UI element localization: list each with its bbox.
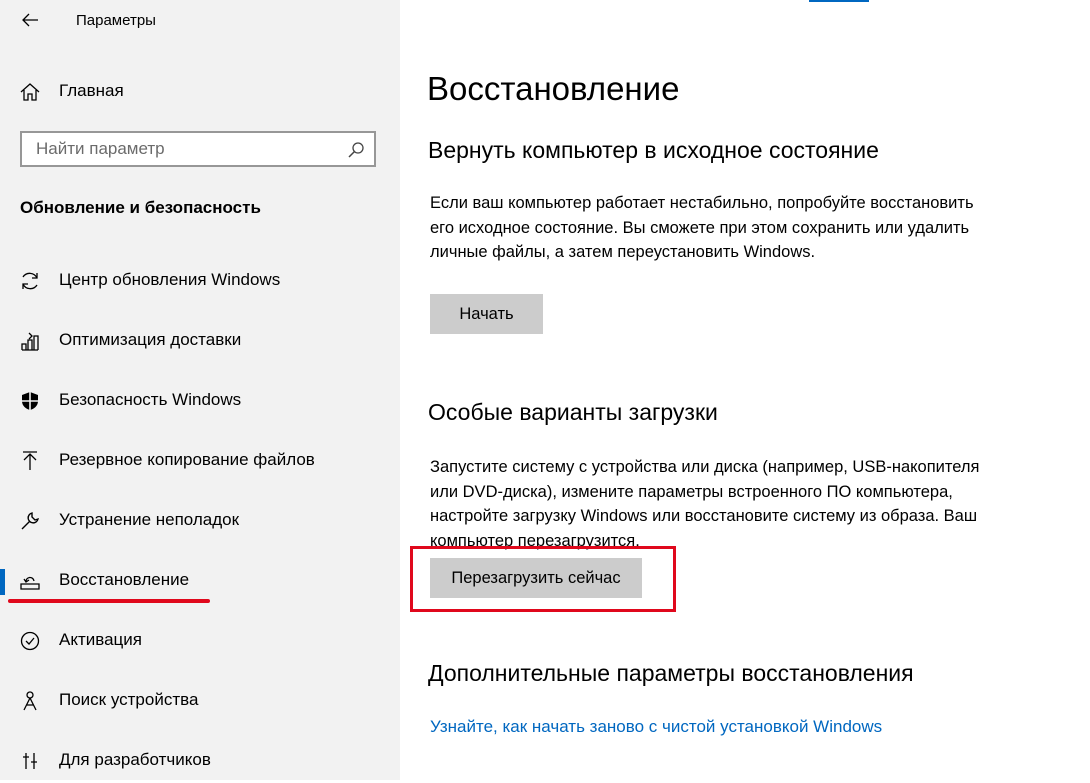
wrench-icon: [18, 510, 42, 532]
upload-arrow-icon: [18, 450, 42, 472]
sidebar-item-troubleshoot[interactable]: Устранение неполадок: [0, 499, 400, 543]
sidebar-item-label: Центр обновления Windows: [59, 270, 281, 289]
more-options-heading: Дополнительные параметры восстановления: [428, 660, 914, 686]
sidebar-item-label: Восстановление: [59, 570, 190, 589]
refresh-icon: [18, 270, 42, 292]
back-button[interactable]: [14, 6, 46, 34]
sidebar-item-label: Оптимизация доставки: [59, 330, 242, 349]
clean-install-link[interactable]: Узнайте, как начать заново с чистой уста…: [430, 717, 882, 737]
top-accent-line: [809, 0, 869, 2]
sidebar-item-recovery[interactable]: Восстановление: [0, 559, 400, 603]
sidebar-item-activation[interactable]: Активация: [0, 619, 400, 663]
sidebar-item-label: Безопасность Windows: [59, 390, 242, 409]
reset-description: Если ваш компьютер работает нестабильно,…: [430, 194, 974, 261]
home-icon: [18, 81, 42, 103]
advanced-startup-heading: Особые варианты загрузки: [428, 399, 718, 425]
sidebar-item-windows-update[interactable]: Центр обновления Windows: [0, 259, 400, 303]
search-icon[interactable]: [346, 140, 366, 160]
sidebar-item-label: Активация: [59, 630, 142, 649]
sidebar-item-label: Устранение неполадок: [59, 510, 240, 529]
back-arrow-icon: [22, 13, 38, 27]
sidebar-item-home[interactable]: Главная: [0, 70, 400, 114]
developer-tools-icon: [18, 750, 42, 772]
reset-start-button[interactable]: Начать: [430, 294, 543, 334]
sidebar-item-backup[interactable]: Резервное копирование файлов: [0, 439, 400, 483]
sidebar-item-label: Резервное копирование файлов: [59, 450, 315, 469]
sidebar-item-label: Главная: [59, 81, 124, 100]
app-title: Параметры: [76, 12, 156, 29]
search-input[interactable]: [22, 133, 346, 165]
main-content: Восстановление Вернуть компьютер в исход…: [400, 0, 1090, 780]
title-bar: Параметры: [0, 0, 400, 42]
active-indicator: [0, 569, 5, 595]
recovery-icon: [18, 570, 42, 592]
delivery-optimization-icon: [18, 330, 42, 352]
check-circle-icon: [18, 630, 42, 652]
section-heading: Обновление и безопасность: [20, 198, 261, 217]
annotation-underline: [8, 599, 210, 603]
annotation-highlight-box: [410, 546, 676, 612]
search-box: [20, 131, 376, 167]
sidebar-item-windows-security[interactable]: Безопасность Windows: [0, 379, 400, 423]
advanced-startup-description: Запустите систему с устройства или диска…: [430, 458, 980, 550]
page-title: Восстановление: [427, 70, 680, 107]
sidebar-item-find-device[interactable]: Поиск устройства: [0, 679, 400, 723]
shield-icon: [18, 390, 42, 412]
sidebar: Параметры Главная Обновление и безопасно…: [0, 0, 400, 780]
find-device-icon: [18, 690, 42, 712]
reset-heading: Вернуть компьютер в исходное состояние: [428, 137, 879, 163]
sidebar-item-label: Для разработчиков: [59, 750, 211, 769]
sidebar-item-delivery-optimization[interactable]: Оптимизация доставки: [0, 319, 400, 363]
sidebar-item-label: Поиск устройства: [59, 690, 199, 709]
sidebar-item-developers[interactable]: Для разработчиков: [0, 739, 400, 783]
